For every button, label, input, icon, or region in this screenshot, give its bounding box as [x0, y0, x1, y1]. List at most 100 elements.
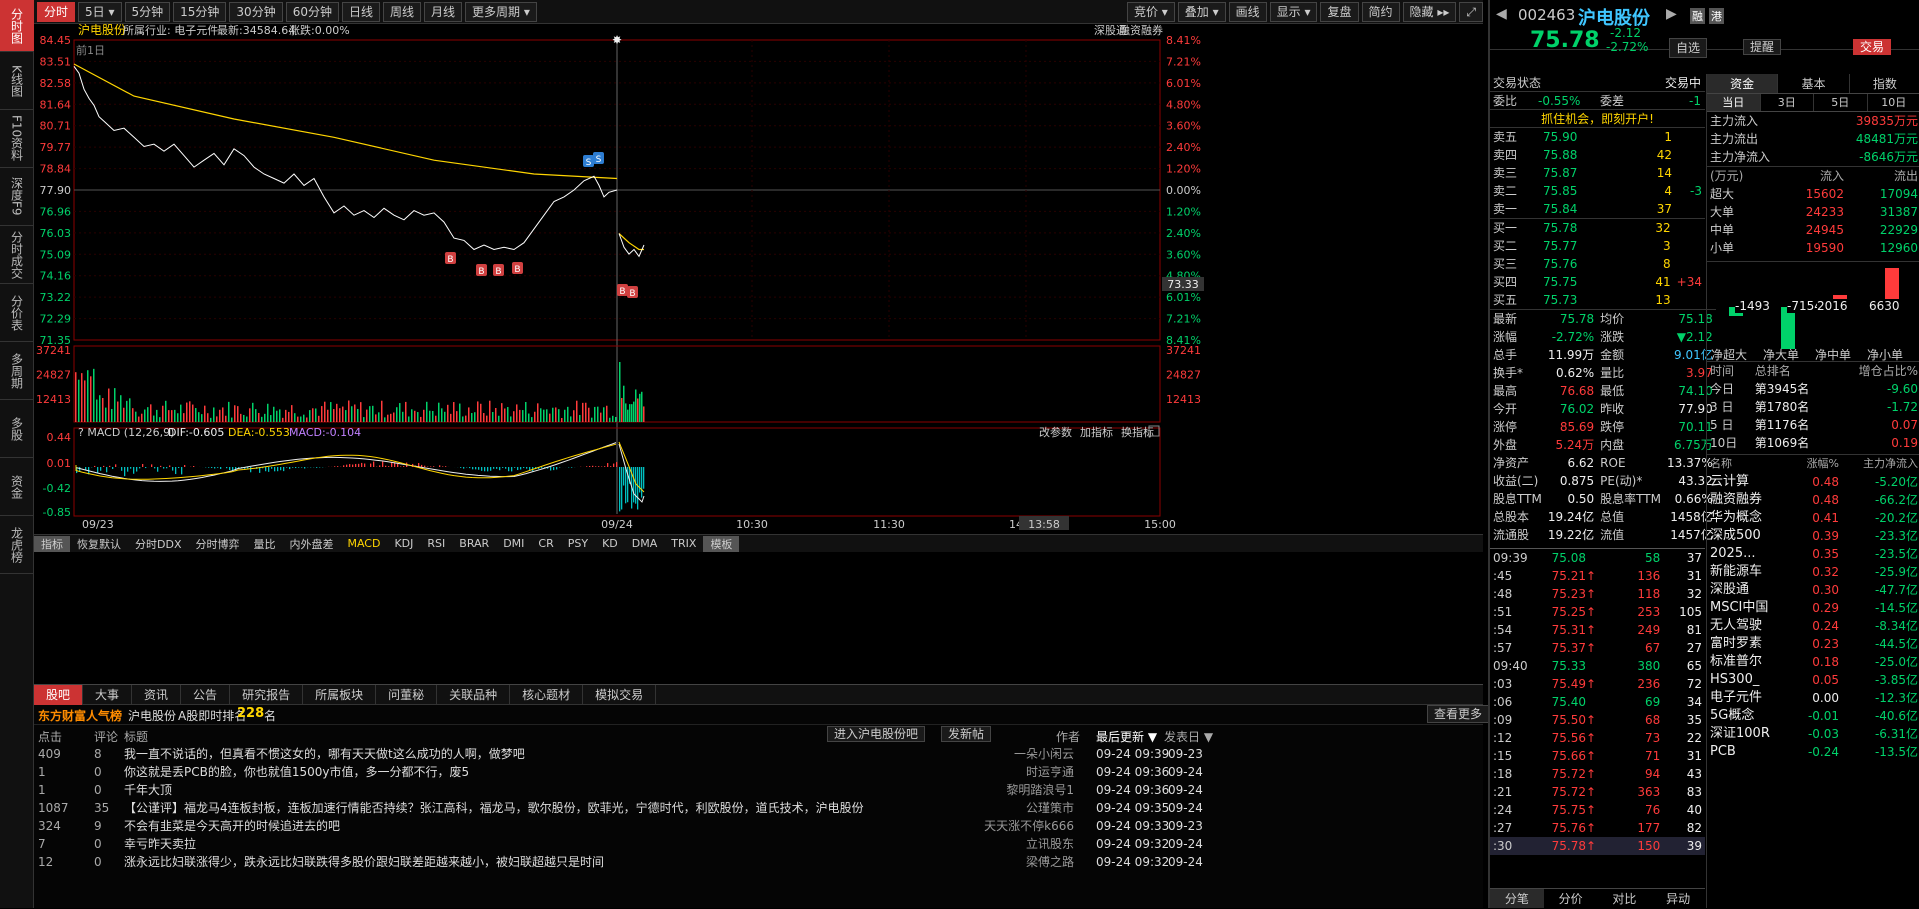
period-tab-2[interactable]: 5分钟	[125, 2, 171, 22]
sector-name[interactable]: 深股通	[1707, 581, 1792, 599]
sector-name[interactable]: 新能源车	[1707, 563, 1792, 581]
indicator-tab-4[interactable]: 量比	[246, 536, 282, 552]
sector-head-2[interactable]: 主力净流入	[1842, 455, 1919, 474]
forum-tab-8[interactable]: 核心题材	[510, 685, 583, 705]
indicator-tab-2[interactable]: 分时DDX	[128, 536, 188, 552]
nav-item-5[interactable]: 分价表	[0, 284, 34, 342]
post-author[interactable]: 公瑾策市	[1026, 799, 1074, 817]
period-tab-7[interactable]: 周线	[383, 2, 421, 22]
forum-tab-9[interactable]: 模拟交易	[583, 685, 656, 705]
forum-tab-6[interactable]: 问董秘	[376, 685, 437, 705]
sector-name[interactable]: 富时罗素	[1707, 635, 1792, 653]
indicator-tab-9[interactable]: BRAR	[452, 537, 496, 550]
forum-tab-7[interactable]: 关联品种	[437, 685, 510, 705]
toolbar-right-6[interactable]: 隐藏 ▸▸	[1403, 2, 1457, 22]
fund-period-2[interactable]: 5日	[1814, 94, 1868, 111]
forum-tab-1[interactable]: 大事	[83, 685, 132, 705]
nav-item-2[interactable]: F10资料	[0, 110, 34, 168]
prev-stock-icon[interactable]: ◀	[1496, 6, 1507, 22]
sector-row[interactable]: MSCI中国0.29-14.5亿	[1707, 599, 1919, 617]
view-more-button[interactable]: 查看更多	[1427, 705, 1489, 723]
book-tab-0[interactable]: 分笔	[1490, 889, 1544, 908]
sector-row[interactable]: 深证100R-0.03-6.31亿	[1707, 725, 1919, 743]
indicator-tab-0[interactable]: 指标	[34, 536, 70, 552]
post-author[interactable]: 天天涨不停k666	[984, 817, 1074, 835]
sector-row[interactable]: PCB-0.24-13.5亿	[1707, 743, 1919, 761]
nav-item-9[interactable]: 龙虎榜	[0, 516, 34, 574]
period-tab-9[interactable]: 更多周期 ▾	[465, 2, 537, 22]
forum-tab-4[interactable]: 研究报告	[230, 685, 303, 705]
intraday-chart[interactable]: 沪电股份所属行业: 电子元件最新:34584.64涨跌:0.00%深股通融资融券…	[34, 24, 1483, 654]
post-row[interactable]: 10千年大顶黎明踏浪号109-24 09:3609-24	[34, 781, 1483, 799]
forum-tab-0[interactable]: 股吧	[34, 685, 83, 705]
book-tab-3[interactable]: 异动	[1651, 889, 1705, 908]
indicator-tab-3[interactable]: 分时博弈	[188, 536, 246, 552]
sector-head-1[interactable]: 涨幅%	[1792, 455, 1842, 474]
toolbar-right-0[interactable]: 竞价 ▾	[1127, 2, 1175, 22]
indicator-tab-1[interactable]: 恢复默认	[70, 536, 128, 552]
open-account-ad[interactable]: 抓住机会，即刻开户!	[1490, 110, 1705, 128]
sector-name[interactable]: 标准普尔	[1707, 653, 1792, 671]
post-title[interactable]: 你这就是丢PCB的脸，你也就值1500y市值，多一分都不行，废5	[124, 763, 469, 781]
forum-tab-2[interactable]: 资讯	[132, 685, 181, 705]
sector-row[interactable]: 华为概念0.41-20.2亿	[1707, 509, 1919, 527]
indicator-tab-14[interactable]: DMA	[625, 537, 665, 550]
period-tab-1[interactable]: 5日 ▾	[78, 2, 121, 22]
sector-name[interactable]: 无人驾驶	[1707, 617, 1792, 635]
next-stock-icon[interactable]: ▶	[1666, 6, 1677, 22]
toolbar-right-2[interactable]: 画线	[1229, 2, 1267, 22]
indicator-tab-10[interactable]: DMI	[496, 537, 531, 550]
period-tab-8[interactable]: 月线	[424, 2, 462, 22]
forum-tab-3[interactable]: 公告	[181, 685, 230, 705]
sector-name[interactable]: 深成500	[1707, 527, 1792, 545]
toolbar-right-3[interactable]: 显示 ▾	[1270, 2, 1318, 22]
sector-row[interactable]: 融资融券0.48-66.2亿	[1707, 491, 1919, 509]
nav-item-1[interactable]: K线图	[0, 52, 34, 110]
sector-name[interactable]: 电子元件	[1707, 689, 1792, 707]
post-row[interactable]: 4098我一直不说话的，但真看不惯这女的，哪有天天做t这么成功的人啊，做梦吧一朵…	[34, 745, 1483, 763]
toolbar-right-5[interactable]: 简约	[1362, 2, 1400, 22]
post-title[interactable]: 涨永远比妇联涨得少，跌永远比妇联跌得多股价跟妇联差距越来越小，被妇联超越只是时间	[124, 853, 604, 871]
post-row[interactable]: 120涨永远比妇联涨得少，跌永远比妇联跌得多股价跟妇联差距越来越小，被妇联超越只…	[34, 853, 1483, 871]
enter-forum-button[interactable]: 进入沪电股份吧	[827, 726, 925, 742]
post-row[interactable]: 3249不会有韭菜是今天高开的时候追进去的吧天天涨不停k66609-24 09:…	[34, 817, 1483, 835]
sector-name[interactable]: 云计算	[1707, 473, 1792, 491]
toolbar-right-4[interactable]: 复盘	[1320, 2, 1358, 22]
sector-head-0[interactable]: 名称	[1707, 455, 1792, 474]
sector-row[interactable]: 深股通0.30-47.7亿	[1707, 581, 1919, 599]
post-author[interactable]: 黎明踏浪号1	[1006, 781, 1074, 799]
indicator-tab-15[interactable]: TRIX	[664, 537, 703, 550]
post-author[interactable]: 梁傅之路	[1026, 853, 1074, 871]
indicator-tab-16[interactable]: 模板	[703, 536, 739, 552]
indicator-tab-12[interactable]: PSY	[561, 537, 595, 550]
fullscreen-icon[interactable]: ⤢	[1459, 2, 1483, 22]
sector-name[interactable]: 2025...	[1707, 545, 1792, 563]
sector-row[interactable]: 富时罗素0.23-44.5亿	[1707, 635, 1919, 653]
sector-name[interactable]: 深证100R	[1707, 725, 1792, 743]
nav-item-0[interactable]: 分时图	[0, 0, 34, 52]
alert-button[interactable]: 提醒	[1743, 39, 1781, 55]
sector-name[interactable]: PCB	[1707, 743, 1792, 761]
sector-name[interactable]: HS300_	[1707, 671, 1792, 689]
post-title[interactable]: 我一直不说话的，但真看不惯这女的，哪有天天做t这么成功的人啊，做梦吧	[124, 745, 525, 763]
indicator-tab-6[interactable]: MACD	[340, 537, 387, 550]
fund-tab-0[interactable]: 资金	[1707, 74, 1778, 93]
sector-name[interactable]: MSCI中国	[1707, 599, 1792, 617]
trade-button[interactable]: 交易	[1853, 39, 1891, 55]
sector-row[interactable]: 标准普尔0.18-25.0亿	[1707, 653, 1919, 671]
post-title[interactable]: 【公谨评】福龙马4连板封板，连板加速行情能否持续？张江高科，福龙马，歌尔股份，欧…	[124, 799, 864, 817]
nav-item-3[interactable]: 深度F9	[0, 168, 34, 226]
forum-tab-5[interactable]: 所属板块	[303, 685, 376, 705]
period-tab-5[interactable]: 60分钟	[286, 2, 339, 22]
nav-item-4[interactable]: 分时成交	[0, 226, 34, 284]
sector-row[interactable]: 云计算0.48-5.20亿	[1707, 473, 1919, 491]
sector-row[interactable]: 电子元件0.00-12.3亿	[1707, 689, 1919, 707]
period-tab-3[interactable]: 15分钟	[173, 2, 226, 22]
sector-row[interactable]: 5G概念-0.01-40.6亿	[1707, 707, 1919, 725]
forum-col-4[interactable]: 最后更新 ▼	[1096, 728, 1157, 745]
fund-tab-1[interactable]: 基本	[1778, 74, 1849, 93]
fund-period-1[interactable]: 3日	[1761, 94, 1815, 111]
nav-item-6[interactable]: 多周期	[0, 342, 34, 400]
post-title[interactable]: 幸亏昨天卖拉	[124, 835, 196, 853]
sector-name[interactable]: 融资融券	[1707, 491, 1792, 509]
